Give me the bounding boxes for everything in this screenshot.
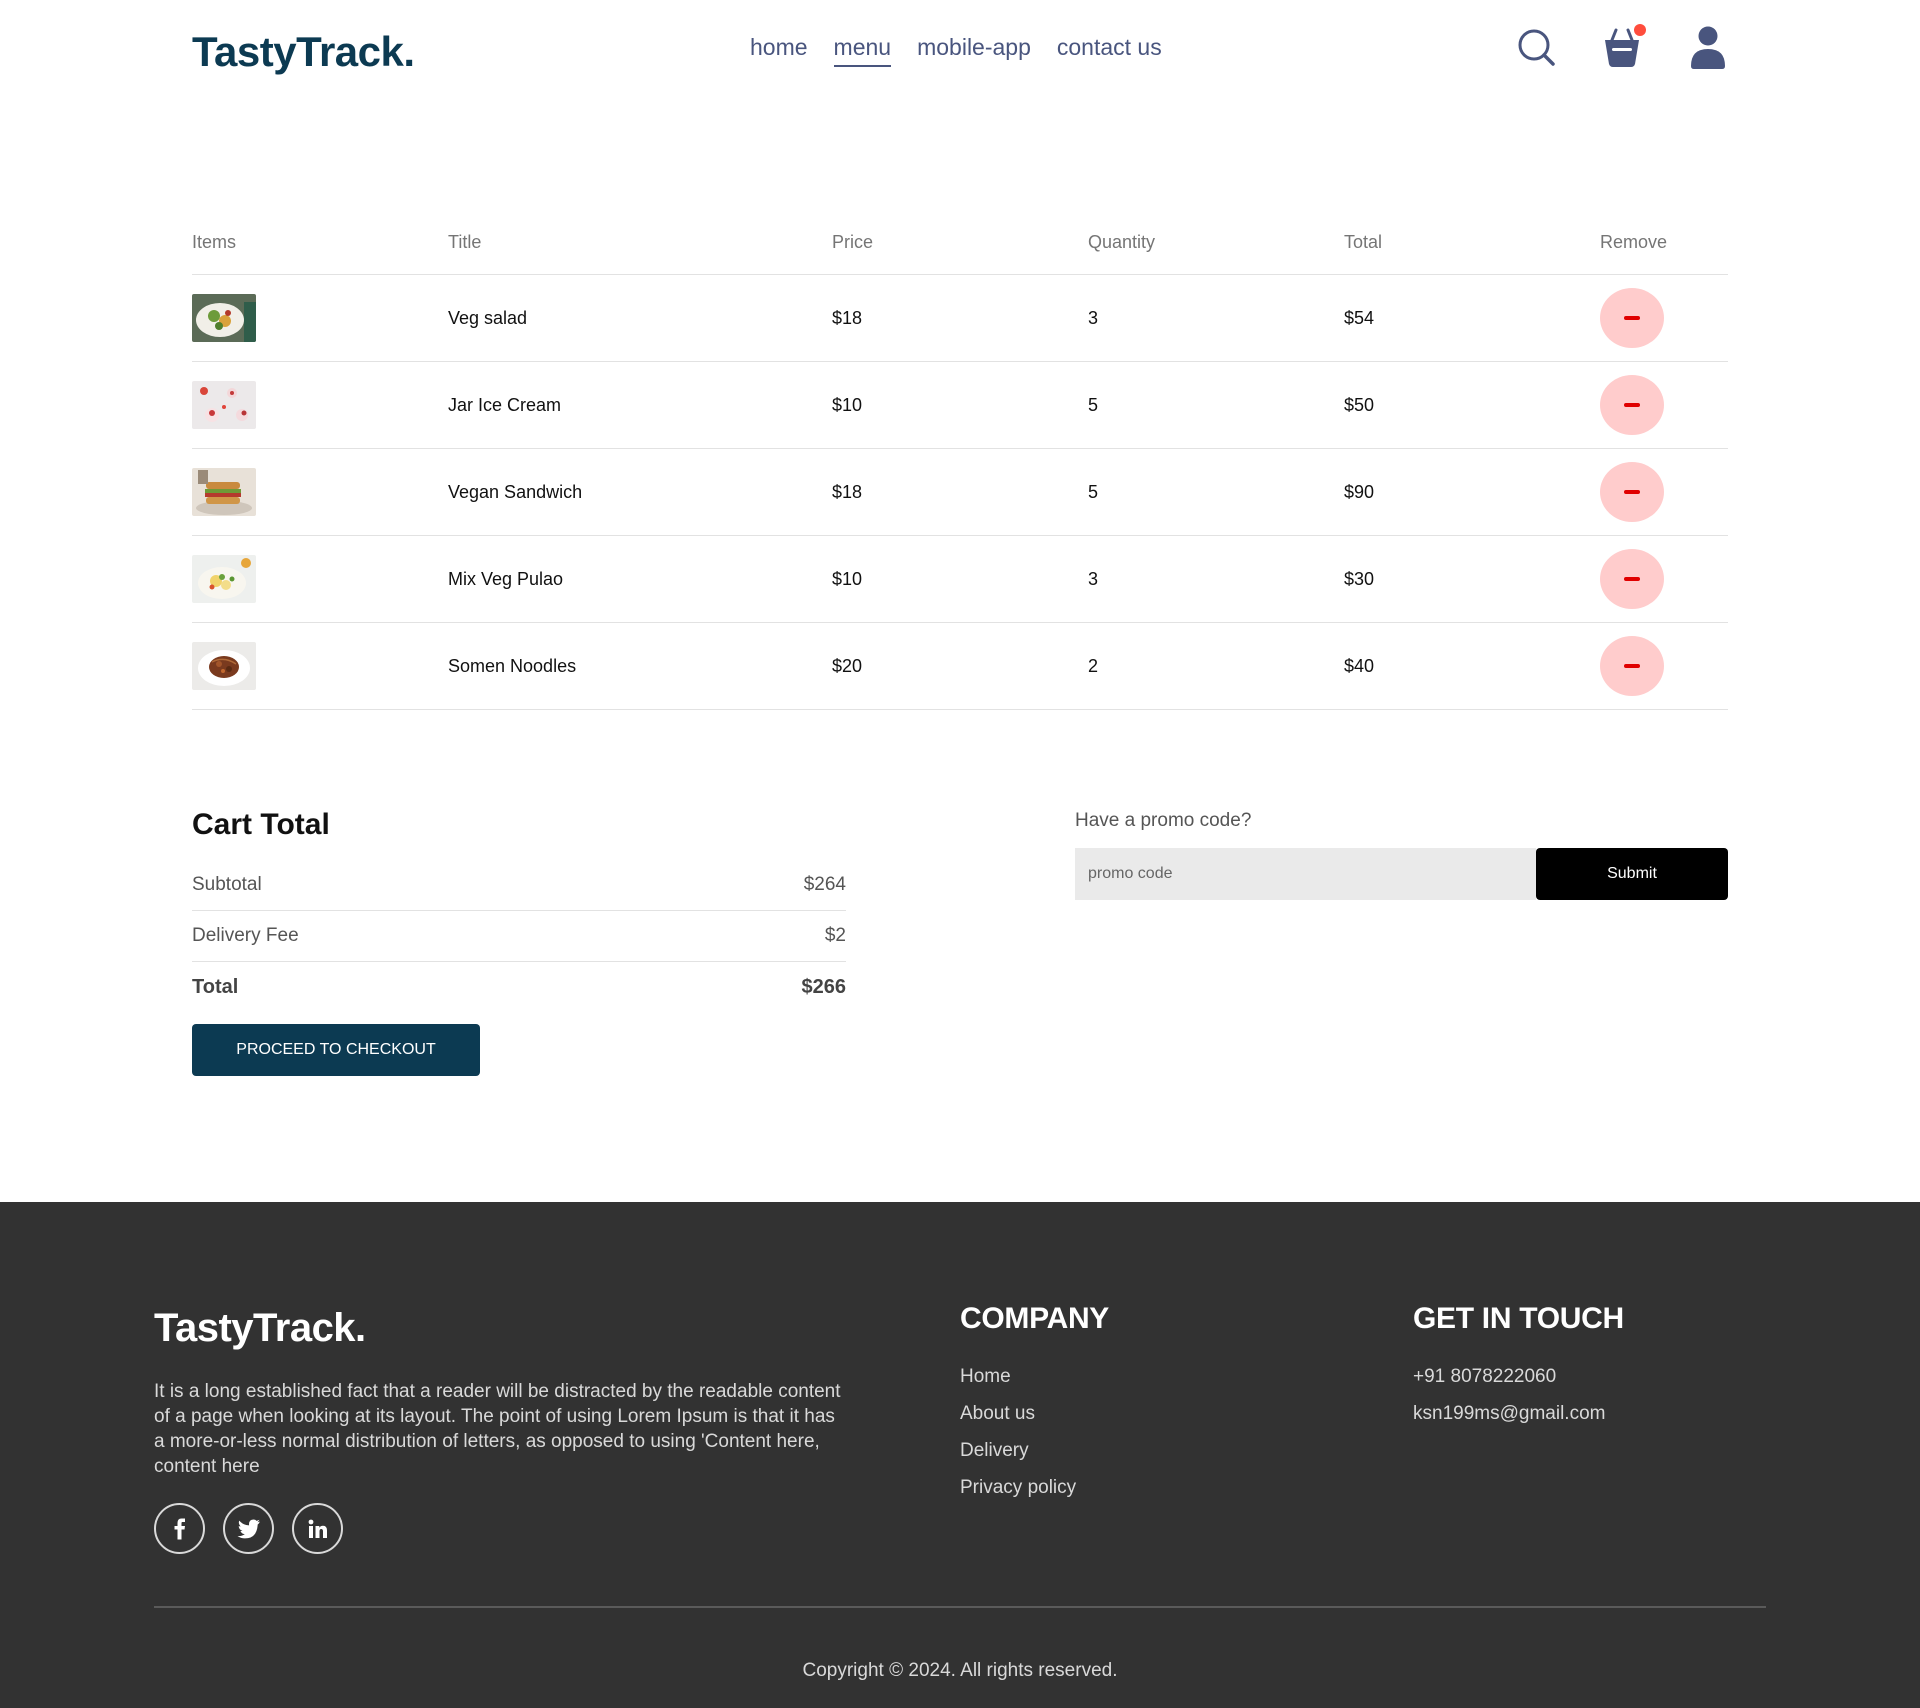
promo-code-box: Submit [1075,848,1728,900]
remove-item-button[interactable] [1600,288,1664,348]
delivery-fee-value: $2 [824,925,846,946]
footer-about: TastyTrack. It is a long established fac… [154,1306,844,1554]
cart-table-header: Items Title Price Quantity Total Remove [192,210,1728,274]
remove-item-button[interactable] [1600,375,1664,435]
footer-description: It is a long established fact that a rea… [154,1381,841,1477]
remove-item-button[interactable] [1600,549,1664,609]
item-total: $30 [1344,568,1375,589]
cart-notification-dot [1634,24,1646,36]
item-price: $20 [832,655,863,676]
basket-icon[interactable] [1602,24,1646,70]
table-row: Jar Ice Cream $10 5 $50 [192,362,1728,448]
item-title: Mix Veg Pulao [448,568,564,589]
nav-item-home[interactable]: home [750,34,808,67]
item-price: $18 [832,481,863,502]
header-quantity: Quantity [1088,231,1156,252]
search-icon[interactable] [1516,24,1556,70]
footer-link-home[interactable]: Home [960,1358,1109,1395]
item-total: $90 [1344,481,1375,502]
header-remove: Remove [1600,231,1668,252]
cart-total-heading: Cart Total [192,808,330,841]
table-row: Mix Veg Pulao $10 3 $30 [192,536,1728,622]
minus-icon [1624,664,1640,668]
footer-divider [154,1606,1766,1608]
social-links [154,1503,844,1554]
item-title: Somen Noodles [448,655,577,676]
table-row: Veg salad $18 3 $54 [192,275,1728,361]
subtotal-label: Subtotal [192,874,262,895]
footer: TastyTrack. It is a long established fac… [0,1202,1920,1708]
table-row: Vegan Sandwich $18 5 $90 [192,449,1728,535]
contact-phone: +91 8078222060 [1413,1366,1557,1387]
nav-actions [1516,24,1728,70]
linkedin-icon[interactable] [292,1503,343,1554]
footer-link-privacy-policy[interactable]: Privacy policy [960,1469,1109,1506]
vegan-sandwich-image [192,468,256,516]
total-line: Total $266 [192,962,846,1012]
item-quantity: 5 [1088,481,1099,502]
item-total: $50 [1344,394,1375,415]
nav-item-mobile-app[interactable]: mobile-app [917,34,1031,67]
minus-icon [1624,490,1640,494]
minus-icon [1624,577,1640,581]
item-title: Vegan Sandwich [448,481,583,502]
total-label: Total [192,975,239,998]
item-total: $40 [1344,655,1375,676]
item-quantity: 5 [1088,394,1099,415]
total-value: $266 [801,975,847,998]
nav-menu: home menu mobile-app contact us [750,34,1162,67]
item-title: Veg salad [448,307,528,328]
header-items: Items [192,231,237,252]
header-title: Title [448,231,482,252]
footer-link-delivery[interactable]: Delivery [960,1432,1109,1469]
header-total: Total [1344,231,1383,252]
delivery-fee-label: Delivery Fee [192,925,299,946]
item-quantity: 3 [1088,307,1099,328]
promo-submit-button[interactable]: Submit [1536,848,1728,900]
item-price: $10 [832,394,863,415]
item-price: $18 [832,307,863,328]
header-price: Price [832,231,874,252]
minus-icon [1624,403,1640,407]
promo-prompt: Have a promo code? [1075,810,1252,831]
jar-ice-cream-image [192,381,256,429]
remove-item-button[interactable] [1600,636,1664,696]
twitter-icon[interactable] [223,1503,274,1554]
item-price: $10 [832,568,863,589]
promo-code-section: Have a promo code? Submit [1075,810,1728,900]
contact-email: ksn199ms@gmail.com [1413,1403,1606,1424]
company-heading: COMPANY [960,1302,1110,1335]
footer-logo: TastyTrack. [154,1306,366,1350]
contact-heading: GET IN TOUCH [1413,1302,1624,1335]
item-title: Jar Ice Cream [448,394,562,415]
somen-noodles-image [192,642,256,690]
profile-icon[interactable] [1688,24,1728,70]
navbar: TastyTrack. home menu mobile-app contact… [192,0,1728,100]
remove-item-button[interactable] [1600,462,1664,522]
logo[interactable]: TastyTrack. [192,28,415,76]
subtotal-value: $264 [803,874,846,895]
divider [192,709,1728,710]
veg-salad-image [192,294,256,342]
copyright-text: Copyright © 2024. All rights reserved. [802,1660,1118,1681]
footer-contact: GET IN TOUCH +91 8078222060 ksn199ms@gma… [1413,1302,1624,1432]
facebook-icon[interactable] [154,1503,205,1554]
nav-item-menu[interactable]: menu [833,34,892,67]
footer-link-about-us[interactable]: About us [960,1395,1109,1432]
cart-total: Cart Total Subtotal $264 Delivery Fee $2… [192,808,846,1076]
cart-items: Items Title Price Quantity Total Remove … [192,210,1728,710]
subtotal-line: Subtotal $264 [192,860,846,910]
minus-icon [1624,316,1640,320]
table-row: Somen Noodles $20 2 $40 [192,623,1728,709]
item-quantity: 2 [1088,655,1099,676]
item-quantity: 3 [1088,568,1099,589]
footer-company: COMPANY Home About us Delivery Privacy p… [960,1302,1109,1506]
mix-veg-pulao-image [192,555,256,603]
delivery-fee-line: Delivery Fee $2 [192,911,846,961]
nav-item-contact-us[interactable]: contact us [1057,34,1162,67]
promo-code-input[interactable] [1075,848,1536,900]
item-total: $54 [1344,307,1375,328]
proceed-to-checkout-button[interactable]: PROCEED TO CHECKOUT [192,1024,480,1076]
